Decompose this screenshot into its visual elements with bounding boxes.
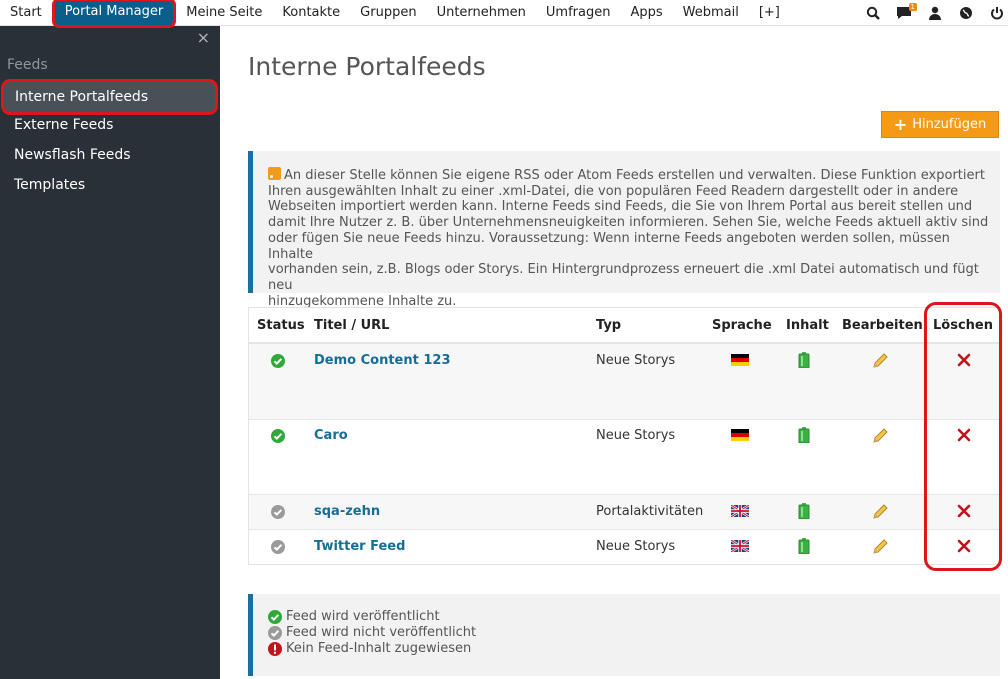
status-unpublished-icon — [271, 505, 285, 523]
table-row: Demo Content 123 Neue Storys — [249, 343, 999, 419]
feed-type: Neue Storys — [596, 353, 676, 368]
add-feed-label: Hinzufügen — [912, 117, 987, 132]
info-line-3: Webseiten importiert werden kann. Intern… — [268, 199, 973, 215]
battery-content-icon — [798, 538, 810, 558]
status-unpublished-icon — [271, 540, 285, 558]
top-icon-bar: 1 — [853, 0, 1008, 26]
legend-published: Feed wird veröffentlicht — [286, 609, 440, 624]
globe-icon[interactable] — [955, 0, 977, 26]
sidebar-item-templates[interactable]: Templates — [14, 177, 85, 193]
info-line-6: vorhanden sein, z.B. Blogs oder Storys. … — [268, 262, 979, 293]
nav-apps[interactable]: Apps — [620, 0, 672, 26]
feed-type: Portalaktivitäten — [596, 504, 704, 519]
header-title-url[interactable]: Titel / URL — [314, 318, 389, 333]
nav-more[interactable]: [+] — [749, 0, 790, 26]
sidebar: × Feeds Interne Portalfeeds Externe Feed… — [0, 26, 220, 679]
battery-content-icon — [798, 427, 810, 447]
battery-content-icon — [798, 352, 810, 372]
plus-icon: + — [893, 114, 908, 134]
legend-no-content-icon — [268, 642, 282, 656]
sidebar-item-newsflash-feeds[interactable]: Newsflash Feeds — [14, 147, 131, 163]
legend-no-content: Kein Feed-Inhalt zugewiesen — [286, 641, 472, 656]
sidebar-close-icon[interactable]: × — [197, 28, 210, 47]
status-published-icon — [271, 429, 285, 447]
nav-kontakte[interactable]: Kontakte — [272, 0, 350, 26]
info-box: An dieser Stelle können Sie eigene RSS o… — [248, 151, 1000, 309]
sidebar-item-externe-feeds[interactable]: Externe Feeds — [14, 117, 113, 133]
nav-gruppen[interactable]: Gruppen — [350, 0, 426, 26]
chat-badge: 1 — [908, 3, 917, 11]
header-status[interactable]: Status — [257, 318, 305, 333]
user-icon[interactable] — [924, 0, 946, 26]
edit-pencil-icon[interactable] — [871, 427, 889, 449]
battery-content-icon — [798, 503, 810, 523]
header-content: Inhalt — [786, 318, 829, 333]
german-flag-icon — [731, 354, 749, 370]
sidebar-item-interne-portalfeeds[interactable]: Interne Portalfeeds — [1, 79, 218, 115]
search-icon[interactable] — [862, 0, 884, 26]
uk-flag-icon — [730, 504, 750, 521]
table-row: Twitter Feed Neue Storys — [249, 529, 999, 564]
feed-type: Neue Storys — [596, 428, 676, 443]
header-type[interactable]: Typ — [596, 318, 621, 333]
status-published-icon — [271, 354, 285, 372]
german-flag-icon — [731, 429, 749, 445]
info-line-2: Ihren ausgewählten Inhalt zu einer .xml-… — [268, 183, 959, 199]
feeds-table: Status Titel / URL Typ Sprache Inhalt Be… — [248, 307, 1000, 565]
header-edit: Bearbeiten — [842, 318, 923, 333]
edit-pencil-icon[interactable] — [871, 352, 889, 374]
add-feed-button[interactable]: + Hinzufügen — [881, 111, 999, 138]
nav-start[interactable]: Start — [0, 0, 52, 26]
feed-type: Neue Storys — [596, 539, 676, 554]
nav-meine-seite[interactable]: Meine Seite — [176, 0, 272, 26]
power-icon[interactable] — [986, 0, 1008, 26]
info-line-1: An dieser Stelle können Sie eigene RSS o… — [284, 168, 985, 183]
header-language[interactable]: Sprache — [712, 318, 772, 333]
edit-pencil-icon[interactable] — [871, 538, 889, 560]
edit-pencil-icon[interactable] — [871, 503, 889, 525]
info-line-5: oder fügen Sie neue Feeds hinzu. Vorauss… — [268, 230, 950, 262]
legend-published-icon — [268, 610, 282, 624]
uk-flag-icon — [730, 539, 750, 556]
status-legend: Feed wird veröffentlicht Feed wird nicht… — [248, 594, 1000, 676]
info-line-4: damit Ihre Nutzer z. B. über Unternehmen… — [268, 215, 989, 231]
page-title: Interne Portalfeeds — [248, 52, 486, 81]
nav-webmail[interactable]: Webmail — [673, 0, 749, 26]
rss-icon — [268, 167, 281, 180]
top-navigation: Start Portal Manager Meine Seite Kontakt… — [0, 0, 1008, 28]
chat-icon[interactable]: 1 — [893, 0, 917, 26]
feed-title-link[interactable]: Demo Content 123 — [314, 353, 451, 368]
feed-title-link[interactable]: Twitter Feed — [314, 539, 405, 554]
table-header: Status Titel / URL Typ Sprache Inhalt Be… — [249, 308, 999, 343]
legend-unpublished: Feed wird nicht veröffentlicht — [286, 625, 477, 640]
feed-title-link[interactable]: sqa-zehn — [314, 504, 380, 519]
sidebar-heading: Feeds — [7, 57, 48, 73]
nav-umfragen[interactable]: Umfragen — [536, 0, 621, 26]
table-row: Caro Neue Storys — [249, 419, 999, 494]
legend-unpublished-icon — [268, 626, 282, 640]
delete-column-highlight — [924, 302, 1002, 571]
table-row: sqa-zehn Portalaktivitäten — [249, 494, 999, 529]
nav-portal-manager[interactable]: Portal Manager — [51, 0, 177, 28]
feed-title-link[interactable]: Caro — [314, 428, 348, 443]
nav-unternehmen[interactable]: Unternehmen — [427, 0, 536, 26]
